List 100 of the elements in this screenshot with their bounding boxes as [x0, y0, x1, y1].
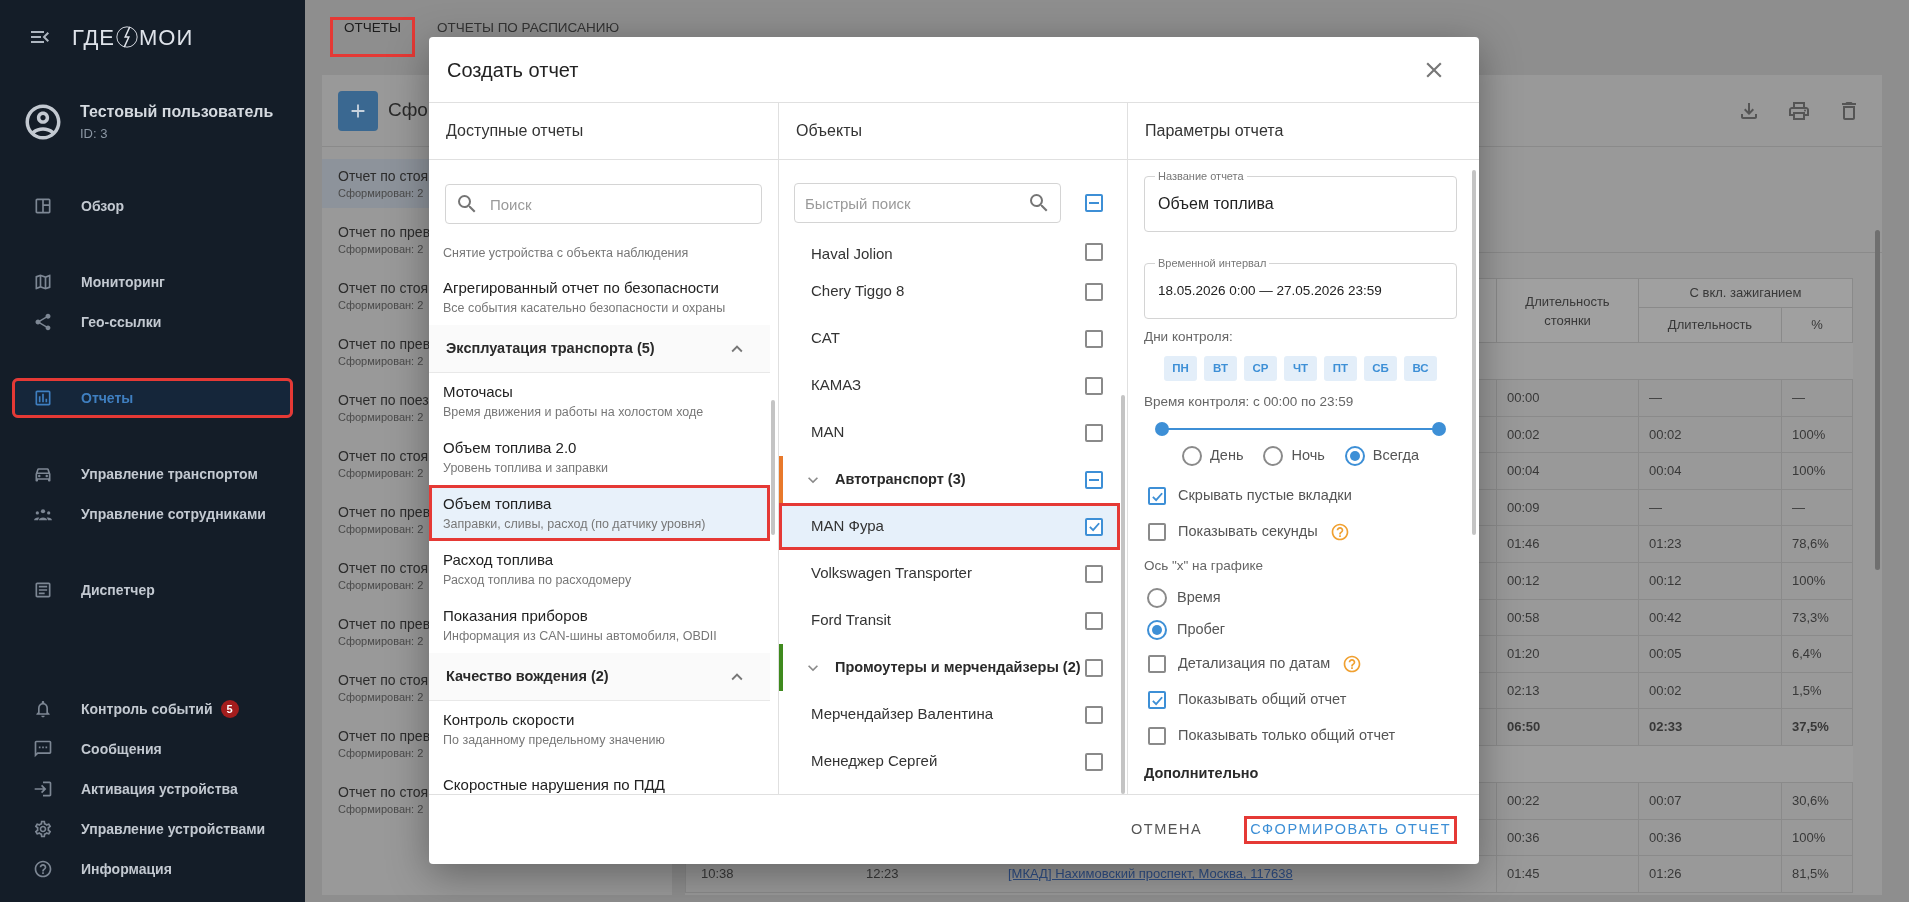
time-label: Время контроля: с 00:00 по 23:59: [1144, 393, 1355, 411]
group-label: Промоутеры и мерчендайзеры (2): [835, 657, 1081, 677]
table-cell-text: 01:20: [1507, 645, 1540, 664]
checkbox[interactable]: [1085, 705, 1103, 724]
checkbox[interactable]: [1148, 691, 1166, 709]
radio-button[interactable]: [1344, 446, 1365, 466]
radio-button[interactable]: [1263, 446, 1284, 466]
submit-button[interactable]: СФОРМИРОВАТЬ ОТЧЕТ: [1244, 815, 1457, 844]
checkbox[interactable]: [1085, 564, 1103, 583]
table-cell-text: 06:50: [1507, 718, 1541, 737]
sidebar-item[interactable]: Управление устройствами: [12, 809, 293, 849]
report-type-item[interactable]: Контроль скорости По заданному предельному значению: [429, 701, 770, 757]
share-icon: [33, 312, 53, 332]
table-cell-text: 81,5%: [1792, 865, 1829, 884]
column-title: Параметры отчета: [1145, 121, 1284, 141]
tab[interactable]: ОТЧЕТЫ ПО РАСПИСАНИЮ: [422, 17, 634, 57]
cancel-button[interactable]: ОТМЕНА: [1125, 815, 1209, 844]
sidebar-item[interactable]: Контроль событий 5: [12, 689, 293, 729]
checkbox[interactable]: [1085, 282, 1103, 301]
checkbox-option[interactable]: Показывать общий отчет: [1148, 682, 1347, 718]
object-row[interactable]: MAN Фура: [779, 503, 1120, 550]
item-subtitle: Все события касательно безопасности и охраны: [443, 300, 727, 316]
scroll-bar[interactable]: [1121, 395, 1125, 794]
checkbox[interactable]: [1085, 376, 1103, 395]
table-cell-text: 00:36: [1649, 828, 1682, 847]
object-row[interactable]: CAT: [779, 315, 1120, 362]
item-subtitle: Время движения и работы на холостом ходе: [443, 404, 705, 420]
sidebar-item[interactable]: Информация: [12, 849, 293, 889]
add-button[interactable]: [338, 90, 378, 131]
checkbox[interactable]: [1085, 194, 1103, 212]
checkbox[interactable]: [1085, 611, 1103, 630]
object-row[interactable]: Менеджер Сергей: [779, 738, 1120, 785]
report-type-item[interactable]: Объем топлива Заправки, сливы, расход (по датчику уровня): [429, 485, 770, 541]
checkbox[interactable]: [1085, 329, 1103, 348]
field-label: Временной интервал: [1155, 256, 1270, 270]
object-row[interactable]: Volkswagen Transporter: [779, 550, 1120, 597]
radio-button[interactable]: [1147, 588, 1167, 608]
people-icon: [33, 507, 53, 521]
object-row[interactable]: Chery Tiggo 8: [779, 268, 1120, 315]
checkbox[interactable]: [1148, 487, 1166, 505]
report-type-item[interactable]: Показания приборов Информация из CAN-шины автомобиля, OBDII: [429, 597, 770, 653]
report-type-item[interactable]: Расход топлива Расход топлива по расходомеру: [429, 541, 770, 597]
item-title: Расход топлива: [443, 550, 555, 570]
checkbox[interactable]: [1085, 517, 1103, 536]
scroll-bar[interactable]: [1472, 170, 1476, 535]
door-arrow-icon: [33, 779, 53, 799]
object-row[interactable]: КАМАЗ: [779, 362, 1120, 409]
checkbox[interactable]: [1148, 655, 1166, 673]
scroll-bar[interactable]: [771, 400, 775, 535]
checkbox[interactable]: [1148, 523, 1166, 541]
item-title: Моточасы: [443, 382, 514, 402]
tab[interactable]: ОТЧЕТЫ: [330, 17, 415, 57]
sidebar-item[interactable]: Сообщения: [12, 729, 293, 769]
report-type-item[interactable]: Снятие устройства с объекта наблюдения: [429, 243, 770, 269]
checkbox-option[interactable]: Скрывать пустые вкладки: [1148, 478, 1352, 514]
section-header[interactable]: Эксплуатация транспорта (5): [429, 325, 770, 373]
checkbox[interactable]: [1085, 658, 1103, 677]
range-slider[interactable]: [1155, 422, 1446, 436]
checkbox[interactable]: [1085, 243, 1103, 261]
report-type-item[interactable]: Моточасы Время движения и работы на холостом ходе: [429, 373, 770, 429]
help-icon[interactable]: [1329, 522, 1350, 542]
object-row[interactable]: Haval Jolion: [779, 243, 1120, 268]
sidebar-item[interactable]: Управление транспортом: [12, 454, 293, 494]
object-row[interactable]: MAN: [779, 409, 1120, 456]
checkbox[interactable]: [1085, 423, 1103, 442]
checkbox[interactable]: [1085, 752, 1103, 771]
checkbox-option[interactable]: Детализация по датам: [1148, 646, 1363, 682]
object-row[interactable]: Ford Transit: [779, 597, 1120, 644]
group-row[interactable]: Автотранспорт (3): [779, 456, 1127, 503]
search-field[interactable]: Поиск: [445, 184, 762, 224]
radio-button[interactable]: [1182, 446, 1203, 466]
checkbox[interactable]: [1148, 727, 1166, 745]
sidebar-item[interactable]: Отчеты: [12, 378, 293, 418]
report-type-item[interactable]: Скоростные нарушения по ПДД: [429, 757, 770, 794]
sidebar-item[interactable]: Диспетчер: [12, 570, 293, 610]
settings-icon: [33, 819, 53, 839]
group-row[interactable]: Промоутеры и мерчендайзеры (2): [779, 644, 1127, 691]
table-cell-text: 00:22: [1507, 792, 1540, 810]
sidebar-item[interactable]: Управление сотрудниками: [12, 494, 293, 534]
table-cell-text: —: [1649, 498, 1662, 517]
table-cell-text: 00:04: [1649, 462, 1682, 481]
table-cell-text: 73,3%: [1792, 608, 1829, 627]
help-icon[interactable]: [1342, 654, 1363, 674]
checkbox-option[interactable]: Показывать только общий отчет: [1148, 718, 1396, 754]
search-field[interactable]: Быстрый поиск: [794, 183, 1061, 223]
sidebar-item[interactable]: Обзор: [12, 186, 293, 226]
radio-button[interactable]: [1147, 620, 1167, 640]
slider-thumb[interactable]: [1155, 422, 1169, 436]
sidebar-item[interactable]: Активация устройства: [12, 769, 293, 809]
slider-thumb[interactable]: [1432, 422, 1446, 436]
scroll-bar[interactable]: [1875, 230, 1880, 570]
sidebar-item[interactable]: Мониторинг: [12, 262, 293, 302]
checkbox-option[interactable]: Показывать секунды: [1148, 514, 1350, 550]
table-cell-text: 00:12: [1649, 572, 1682, 590]
checkbox[interactable]: [1085, 470, 1103, 489]
report-type-item[interactable]: Агрегированный отчет по безопасности Все события касательно безопасности и охраны: [429, 269, 770, 325]
object-row[interactable]: Мерчендайзер Валентина: [779, 691, 1120, 738]
sidebar-item[interactable]: Гео-ссылки: [12, 302, 293, 342]
report-type-item[interactable]: Объем топлива 2.0 Уровень топлива и заправки: [429, 429, 770, 485]
section-header[interactable]: Качество вождения (2): [429, 653, 770, 701]
